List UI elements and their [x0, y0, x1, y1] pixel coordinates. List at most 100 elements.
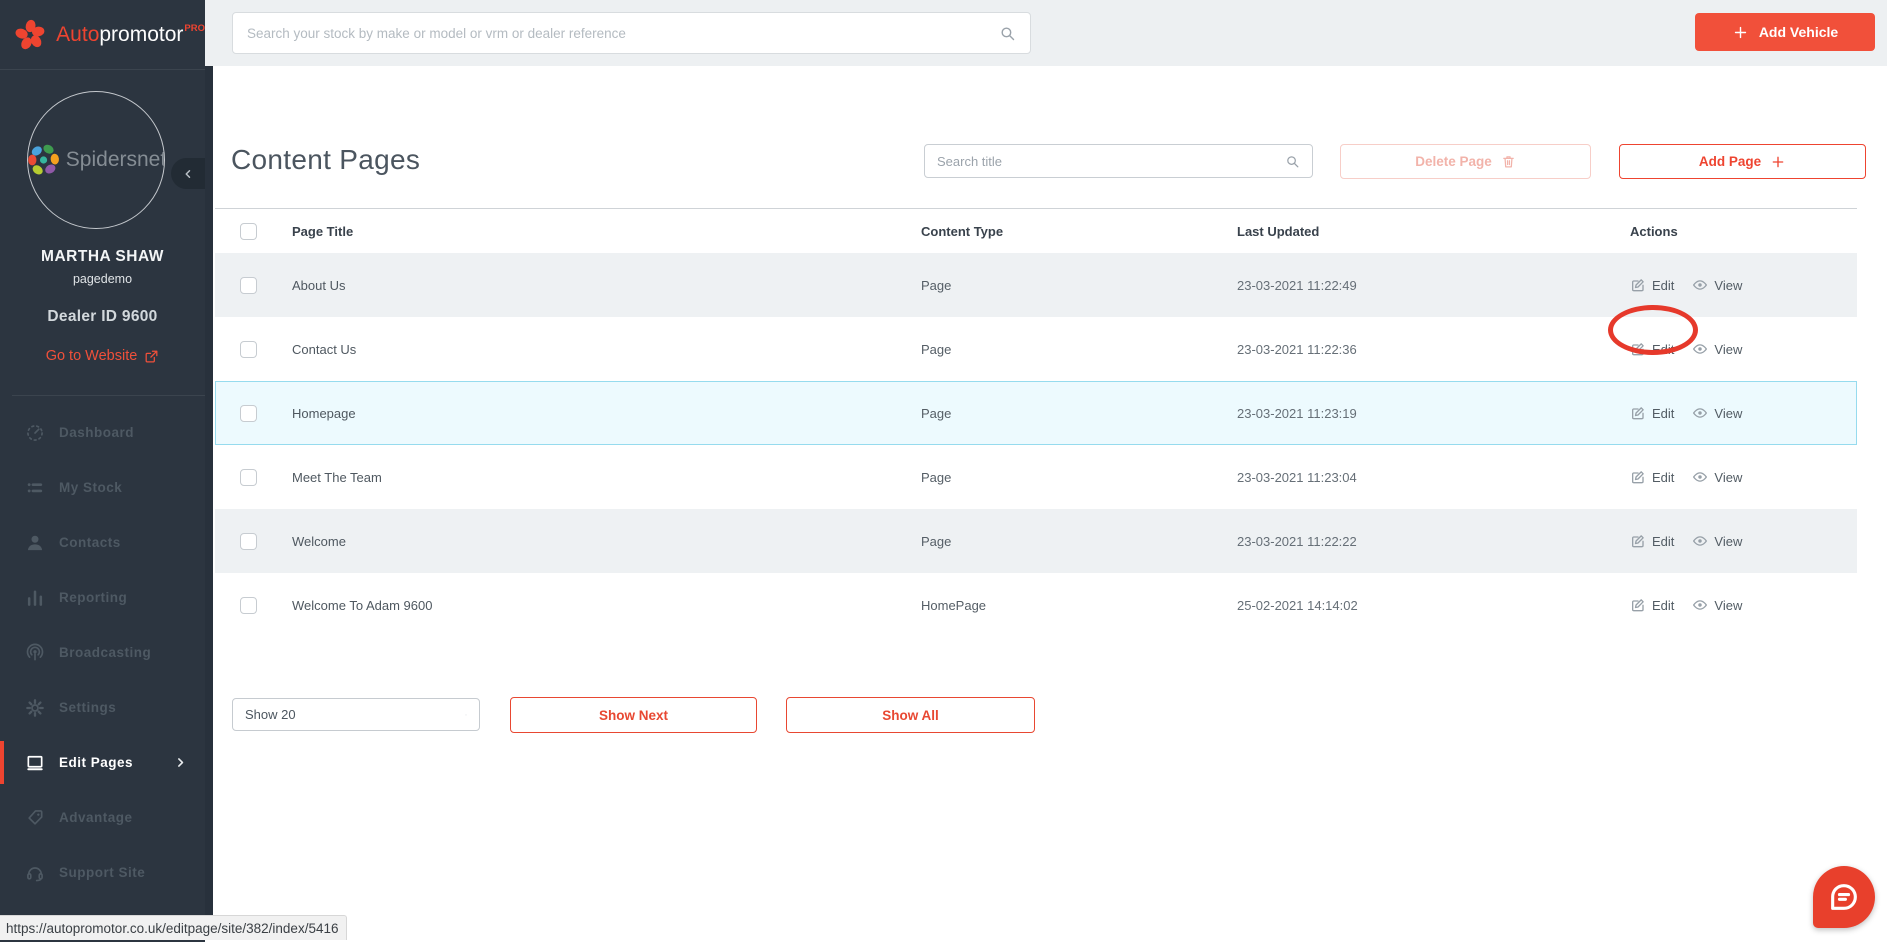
row-checkbox[interactable] [240, 277, 257, 294]
view-action-label: View [1714, 406, 1742, 421]
cell-last-updated: 23-03-2021 11:22:36 [1237, 342, 1630, 357]
column-header-last-updated: Last Updated [1237, 224, 1630, 239]
table-row: Meet The TeamPage23-03-2021 11:23:04Edit… [215, 445, 1857, 509]
eye-icon [1692, 341, 1708, 357]
go-to-website-link[interactable]: Go to Website [0, 348, 205, 364]
view-action-label: View [1714, 342, 1742, 357]
eye-icon [1692, 405, 1708, 421]
search-icon [999, 25, 1016, 42]
view-action-link[interactable]: View [1692, 341, 1742, 357]
plus-icon [1732, 24, 1749, 41]
edit-icon [1630, 405, 1646, 421]
sidebar-collapse-button[interactable] [171, 158, 205, 189]
add-vehicle-button[interactable]: Add Vehicle [1695, 13, 1875, 51]
cell-page-title: Welcome [292, 534, 921, 549]
edit-icon [1630, 341, 1646, 357]
page-size-value: Show 20 [233, 707, 453, 722]
sidebar-divider [0, 69, 205, 70]
main-content: Content Pages Delete Page Add Page Page … [213, 66, 1887, 942]
delete-page-button[interactable]: Delete Page [1340, 144, 1591, 179]
sidebar-item-label: Contacts [59, 535, 121, 550]
app-logo[interactable]: AutopromotorPRO [0, 0, 205, 69]
show-all-button[interactable]: Show All [786, 697, 1035, 733]
sidebar-item-my-stock[interactable]: My Stock [0, 460, 205, 515]
edit-action-link[interactable]: Edit [1630, 341, 1674, 357]
sidebar-item-contacts[interactable]: Contacts [0, 515, 205, 570]
row-actions: Edit View [1630, 277, 1857, 293]
sidebar-item-reporting[interactable]: Reporting [0, 570, 205, 625]
show-next-button[interactable]: Show Next [510, 697, 757, 733]
edit-action-link[interactable]: Edit [1630, 277, 1674, 293]
table-row: HomepagePage23-03-2021 11:23:19EditView [215, 381, 1857, 445]
chat-widget-button[interactable] [1813, 866, 1875, 928]
edit-action-label: Edit [1652, 342, 1674, 357]
view-action-label: View [1714, 534, 1742, 549]
row-checkbox[interactable] [240, 597, 257, 614]
delete-page-label: Delete Page [1415, 154, 1492, 169]
cell-last-updated: 23-03-2021 11:23:19 [1237, 406, 1630, 421]
cell-content-type: HomePage [921, 598, 1237, 613]
cell-last-updated: 23-03-2021 11:23:04 [1237, 470, 1630, 485]
plus-icon [1770, 154, 1786, 170]
title-search-input[interactable] [925, 154, 1285, 169]
sidebar-item-support-site[interactable]: Support Site [0, 845, 205, 900]
avatar-brand-text: Spidersnet [66, 148, 165, 172]
view-action-label: View [1714, 598, 1742, 613]
view-action-link[interactable]: View [1692, 533, 1742, 549]
page-title: Content Pages [231, 144, 420, 176]
row-checkbox[interactable] [240, 469, 257, 486]
edit-action-label: Edit [1652, 470, 1674, 485]
edit-action-link[interactable]: Edit [1630, 469, 1674, 485]
vertical-scrollbar[interactable] [205, 66, 213, 916]
eye-icon [1692, 469, 1708, 485]
table-row: About UsPage23-03-2021 11:22:49EditView [215, 253, 1857, 317]
view-action-link[interactable]: View [1692, 469, 1742, 485]
add-vehicle-label: Add Vehicle [1759, 24, 1838, 40]
sidebar-item-broadcasting[interactable]: Broadcasting [0, 625, 205, 680]
row-actions: Edit View [1630, 533, 1857, 549]
cell-page-title: Meet The Team [292, 470, 921, 485]
sidebar-item-advantage[interactable]: Advantage [0, 790, 205, 845]
row-checkbox[interactable] [240, 533, 257, 550]
eye-icon [1692, 597, 1708, 613]
column-header-actions: Actions [1630, 224, 1857, 239]
edit-action-label: Edit [1652, 278, 1674, 293]
cell-last-updated: 25-02-2021 14:14:02 [1237, 598, 1630, 613]
content-pages-table: Page Title Content Type Last Updated Act… [215, 208, 1857, 637]
sidebar-item-label: Reporting [59, 590, 127, 605]
broadcasting-icon [25, 643, 45, 663]
page-size-select[interactable]: Show 20 [232, 698, 480, 731]
contacts-icon [25, 533, 45, 553]
add-page-button[interactable]: Add Page [1619, 144, 1866, 179]
select-all-checkbox[interactable] [240, 223, 257, 240]
stock-search [232, 12, 1031, 54]
sidebar-item-edit-pages[interactable]: Edit Pages [0, 735, 205, 790]
edit-action-link[interactable]: Edit [1630, 597, 1674, 613]
status-url: https://autopromotor.co.uk/editpage/site… [6, 921, 338, 936]
user-name: MARTHA SHAW [0, 248, 205, 266]
view-action-link[interactable]: View [1692, 405, 1742, 421]
row-checkbox[interactable] [240, 405, 257, 422]
sidebar-item-dashboard[interactable]: Dashboard [0, 405, 205, 460]
view-action-link[interactable]: View [1692, 277, 1742, 293]
dashboard-icon [25, 423, 45, 443]
settings-icon [25, 698, 45, 718]
cell-page-title: Welcome To Adam 9600 [292, 598, 921, 613]
add-page-label: Add Page [1699, 154, 1761, 169]
sidebar-divider [12, 395, 205, 396]
edit-action-label: Edit [1652, 534, 1674, 549]
app-window: AutopromotorPRO Spidersnet MARTHA SHAW [0, 0, 1887, 942]
cell-content-type: Page [921, 278, 1237, 293]
edit-pages-icon [25, 753, 45, 773]
avatar: Spidersnet [27, 91, 165, 229]
external-link-icon [144, 349, 159, 364]
dealer-id: Dealer ID 9600 [0, 308, 205, 326]
cell-last-updated: 23-03-2021 11:22:22 [1237, 534, 1630, 549]
sidebar-item-settings[interactable]: Settings [0, 680, 205, 735]
stock-search-input[interactable] [233, 26, 999, 41]
eye-icon [1692, 277, 1708, 293]
edit-action-link[interactable]: Edit [1630, 405, 1674, 421]
row-checkbox[interactable] [240, 341, 257, 358]
edit-action-link[interactable]: Edit [1630, 533, 1674, 549]
view-action-link[interactable]: View [1692, 597, 1742, 613]
